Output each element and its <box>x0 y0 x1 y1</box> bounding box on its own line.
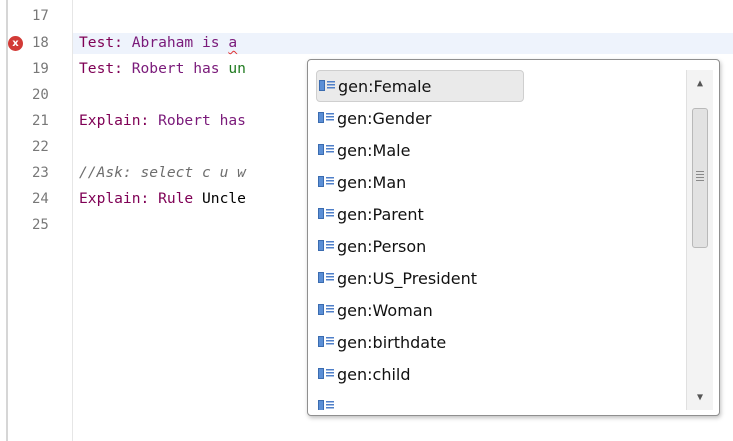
autocomplete-popup[interactable]: gen:Female gen:Gender gen:Male gen:Man g… <box>307 59 720 416</box>
line-number: 19 <box>32 61 49 77</box>
error-token: a <box>228 34 238 51</box>
class-icon <box>318 143 334 157</box>
autocomplete-list[interactable]: gen:Female gen:Gender gen:Male gen:Man g… <box>316 70 686 410</box>
line-number: 18 <box>32 35 49 51</box>
class-icon <box>318 239 334 253</box>
autocomplete-item[interactable]: gen:Gender <box>316 102 524 134</box>
line-number: 23 <box>32 165 49 181</box>
code-line-24[interactable]: Explain: Rule Uncle <box>79 189 246 209</box>
autocomplete-item[interactable]: gen:child <box>316 358 524 390</box>
autocomplete-item[interactable]: gen:Parent <box>316 198 524 230</box>
line-number-gutter: 17 18 19 20 21 22 23 24 25 <box>14 0 73 441</box>
autocomplete-item[interactable]: gen:Male <box>316 134 524 166</box>
class-icon <box>318 271 334 285</box>
code-line-18[interactable]: Test: Abraham is a <box>79 33 237 53</box>
annotation-ruler <box>0 0 14 441</box>
scroll-down-arrow-icon[interactable]: ▼ <box>687 384 713 410</box>
grip-icon <box>696 171 704 181</box>
line-number: 21 <box>32 113 49 129</box>
class-icon <box>318 367 334 381</box>
line-number: 20 <box>32 87 49 103</box>
class-icon <box>318 399 334 410</box>
class-icon <box>318 207 334 221</box>
class-icon <box>318 111 334 125</box>
code-line-21[interactable]: Explain: Robert has <box>79 111 246 131</box>
code-line-19[interactable]: Test: Robert has un <box>79 59 246 79</box>
autocomplete-item[interactable]: gen:Woman <box>316 294 524 326</box>
class-icon <box>318 335 334 349</box>
autocomplete-item[interactable]: gen:birthdate <box>316 326 524 358</box>
line-number: 25 <box>32 217 49 233</box>
autocomplete-item[interactable]: gen:US_President <box>316 262 524 294</box>
class-icon <box>318 303 334 317</box>
scroll-thumb[interactable] <box>692 108 708 248</box>
autocomplete-item[interactable]: gen:Person <box>316 230 524 262</box>
autocomplete-item-partial[interactable] <box>316 390 524 410</box>
scroll-up-arrow-icon[interactable]: ▲ <box>687 70 713 96</box>
autocomplete-item[interactable]: gen:Man <box>316 166 524 198</box>
class-icon <box>319 79 335 93</box>
line-number: 17 <box>32 8 49 24</box>
line-number: 24 <box>32 191 49 207</box>
code-line-23[interactable]: //Ask: select c u w <box>79 163 246 183</box>
vertical-scrollbar[interactable]: ▲ ▼ <box>686 70 713 410</box>
class-icon <box>318 175 334 189</box>
line-number: 22 <box>32 139 49 155</box>
error-icon[interactable]: x <box>8 36 23 51</box>
autocomplete-item[interactable]: gen:Female <box>316 70 524 102</box>
